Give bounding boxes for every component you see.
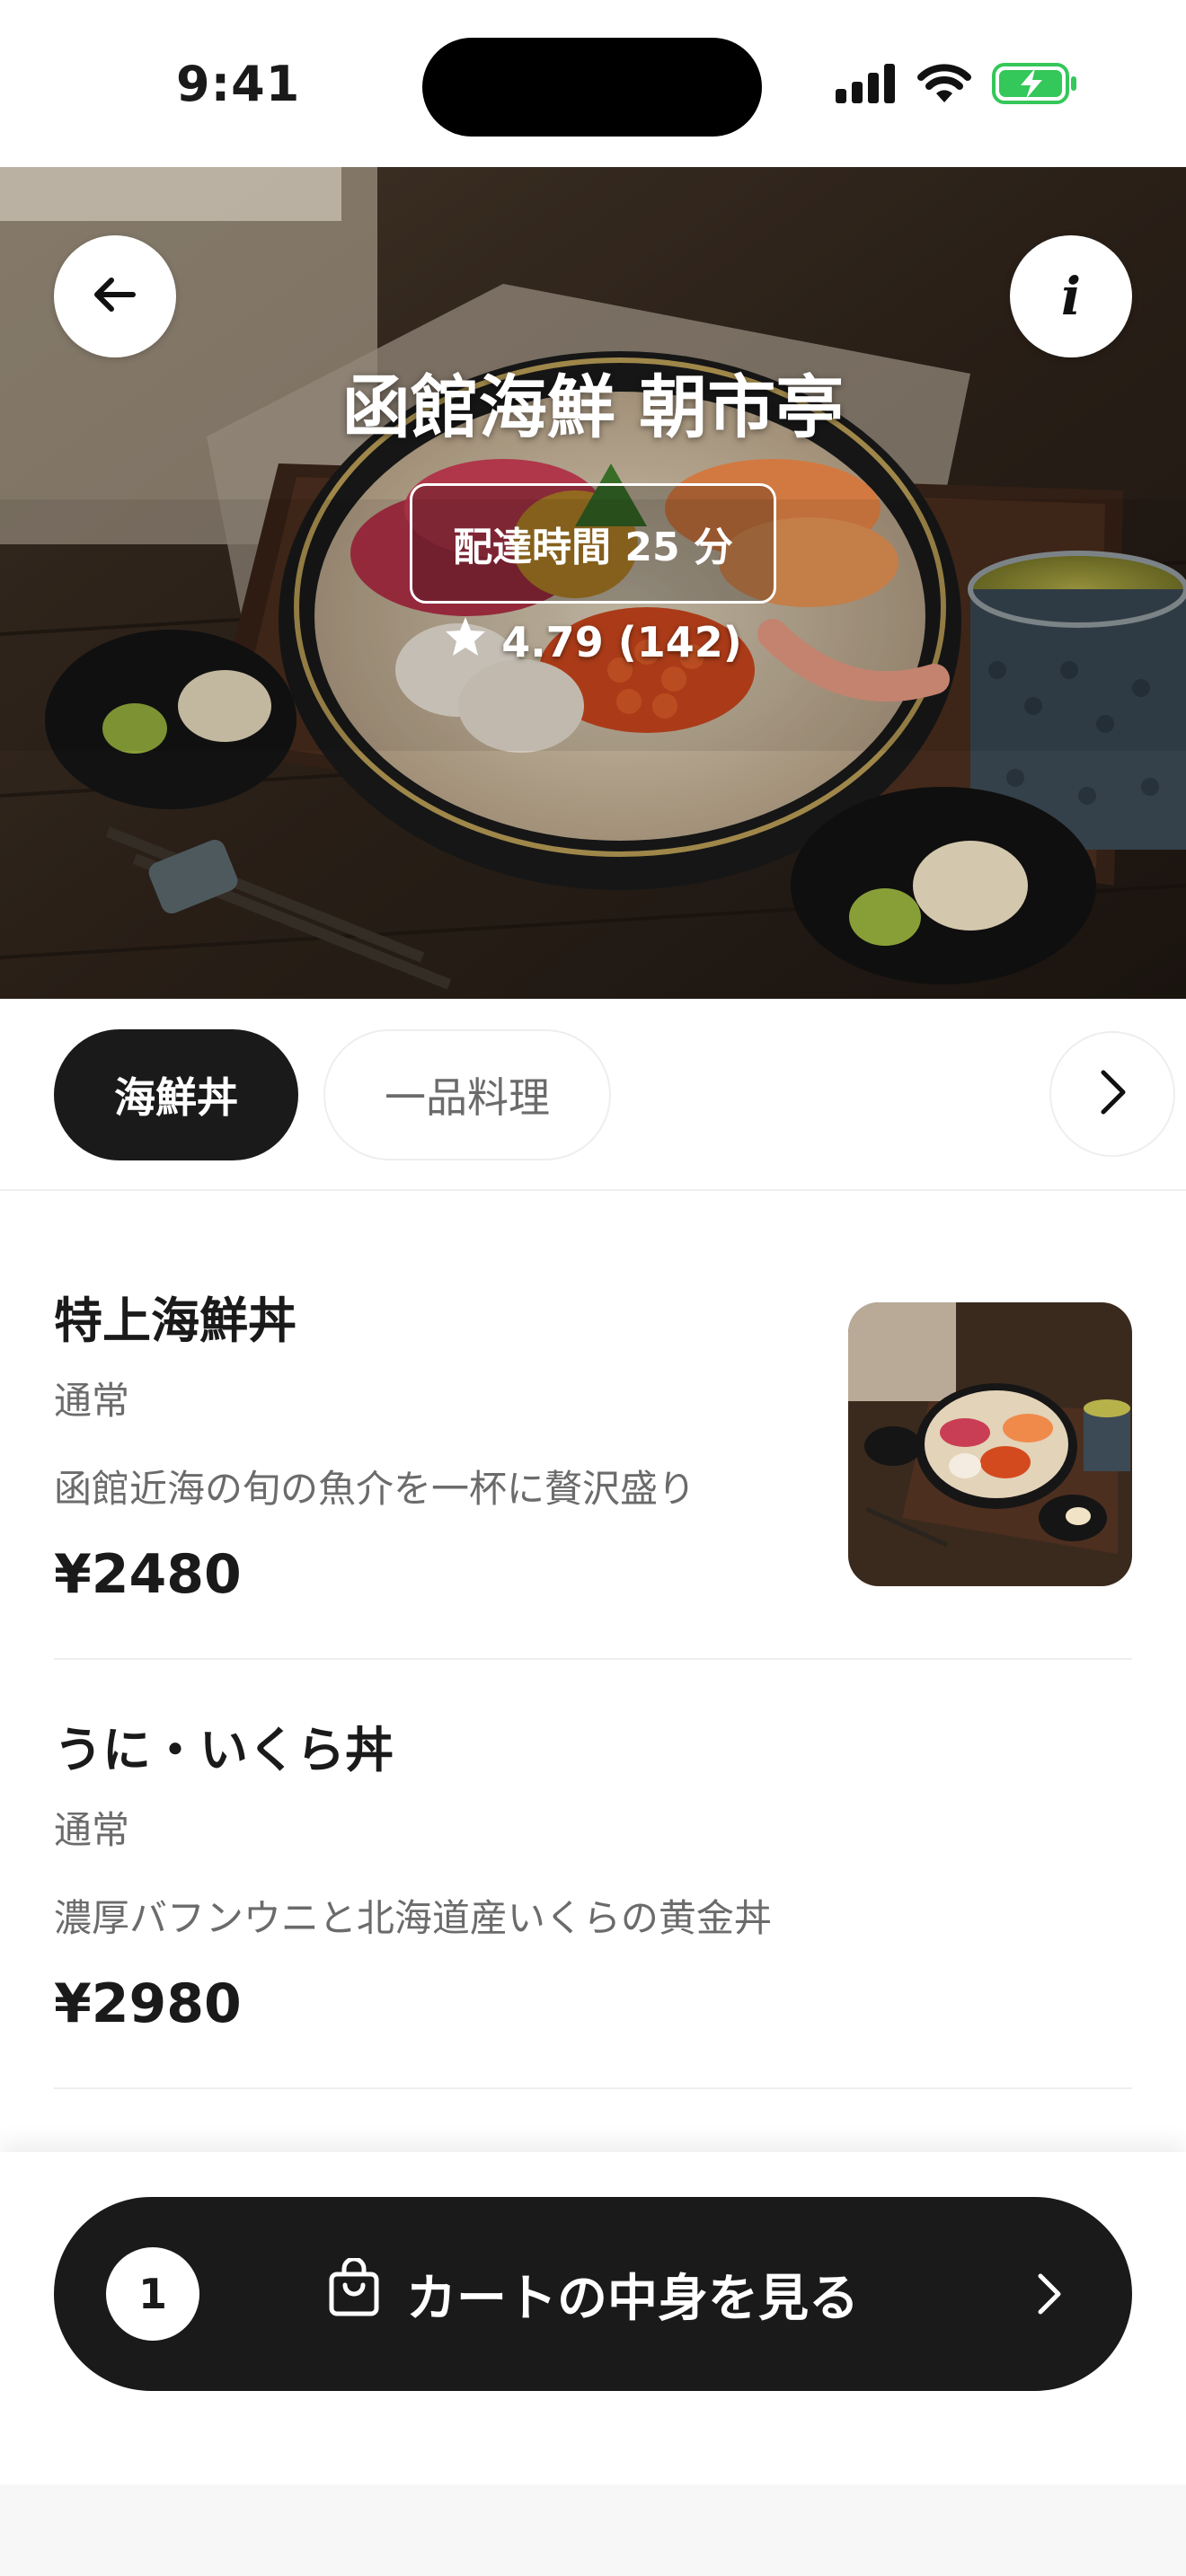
chevron-right-icon <box>1035 2272 1064 2319</box>
dynamic-island <box>422 38 762 137</box>
delivery-time-badge: 配達時間 25 分 <box>410 483 776 604</box>
wifi-icon <box>916 63 972 108</box>
cart-label-group: カートの中身を見る <box>54 2197 1132 2391</box>
rating-text: 4.79 (142) <box>501 617 742 666</box>
tab-label: 海鮮丼 <box>114 1073 238 1122</box>
menu-item-description: 濃厚バフンウニと北海道産いくらの黄金丼 <box>54 1896 772 1940</box>
battery-charging-icon <box>992 63 1078 108</box>
tab-kaisendon[interactable]: 海鮮丼 <box>54 1029 298 1160</box>
status-time: 9:41 <box>176 56 301 112</box>
tabs-scroll-next-button[interactable] <box>1049 1031 1175 1157</box>
status-bar: 9:41 <box>0 0 1186 167</box>
arrow-left-icon <box>90 269 140 323</box>
restaurant-name: 函館海鮮 朝市亭 <box>341 367 845 447</box>
rating: 4.79 (142) <box>0 616 1186 667</box>
menu-list: 特上海鮮丼 通常 函館近海の旬の魚介を一杯に贅沢盛り ¥2480 うに・いくら丼… <box>0 1191 1186 2152</box>
info-button[interactable]: i <box>1010 235 1132 357</box>
chevron-right-icon <box>1094 1067 1130 1121</box>
cellular-signal-icon <box>836 64 897 107</box>
menu-item-name: うに・いくら丼 <box>54 1722 394 1778</box>
cart-bottom-sheet: 1 カートの中身を見る <box>0 2152 1186 2484</box>
category-tabs: 海鮮丼 一品料理 <box>0 999 1186 1191</box>
menu-item-price: ¥2480 <box>54 1543 242 1606</box>
delivery-time-text: 配達時間 25 分 <box>453 525 733 570</box>
tab-ippin-ryori[interactable]: 一品料理 <box>323 1029 611 1160</box>
menu-item-name: 特上海鮮丼 <box>54 1292 296 1349</box>
info-icon: i <box>1060 266 1082 327</box>
menu-item[interactable]: うに・いくら丼 通常 濃厚バフンウニと北海道産いくらの黄金丼 ¥2980 <box>54 1660 1132 2089</box>
cart-label: カートの中身を見る <box>406 2269 859 2328</box>
menu-item-description: 函館近海の旬の魚介を一杯に贅沢盛り <box>54 1467 696 1511</box>
view-cart-button[interactable]: 1 カートの中身を見る <box>54 2197 1132 2391</box>
menu-item[interactable]: 三色丼 <box>54 2089 1132 2152</box>
menu-item-price: ¥2980 <box>54 1972 242 2035</box>
menu-item-image <box>848 1302 1132 1586</box>
menu-item-tag: 通常 <box>54 1808 130 1852</box>
menu-item[interactable]: 特上海鮮丼 通常 函館近海の旬の魚介を一杯に贅沢盛り ¥2480 <box>54 1191 1132 1660</box>
back-button[interactable] <box>54 235 176 357</box>
menu-item-name: 三色丼 <box>54 2138 199 2152</box>
tab-label: 一品料理 <box>385 1073 550 1122</box>
status-icons <box>836 63 1078 108</box>
home-indicator-area <box>0 2484 1186 2576</box>
menu-item-tag: 通常 <box>54 1379 130 1423</box>
star-icon <box>444 616 487 667</box>
shopping-bag-icon <box>327 2256 381 2330</box>
hero-banner: i 函館海鮮 朝市亭 配達時間 25 分 4.79 (142) <box>0 167 1186 999</box>
